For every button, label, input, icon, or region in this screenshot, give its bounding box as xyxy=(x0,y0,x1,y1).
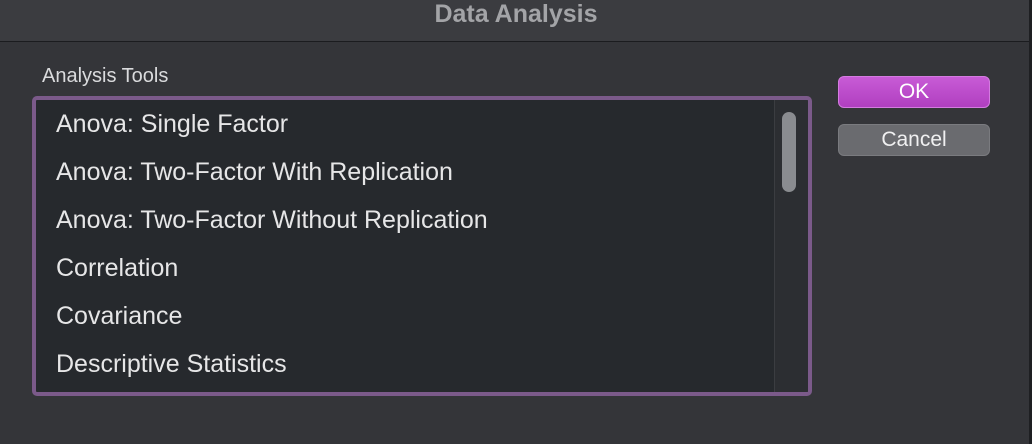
scrollbar-thumb[interactable] xyxy=(782,112,796,192)
ok-button[interactable]: OK xyxy=(838,76,990,108)
list-item-descriptive-statistics[interactable]: Descriptive Statistics xyxy=(36,340,774,388)
cancel-button[interactable]: Cancel xyxy=(838,124,990,156)
data-analysis-dialog: Data Analysis Analysis Tools Anova: Sing… xyxy=(0,0,1032,444)
analysis-tools-items: Anova: Single Factor Anova: Two-Factor W… xyxy=(36,100,774,392)
list-item-anova-two-factor-without-replication[interactable]: Anova: Two-Factor Without Replication xyxy=(36,196,774,244)
analysis-tools-list[interactable]: Anova: Single Factor Anova: Two-Factor W… xyxy=(32,96,812,396)
list-item-anova-two-factor-with-replication[interactable]: Anova: Two-Factor With Replication xyxy=(36,148,774,196)
list-item-anova-single-factor[interactable]: Anova: Single Factor xyxy=(36,100,774,148)
list-item-covariance[interactable]: Covariance xyxy=(36,292,774,340)
analysis-tools-label: Analysis Tools xyxy=(42,65,169,87)
dialog-title: Data Analysis xyxy=(434,0,598,28)
list-scrollbar[interactable] xyxy=(774,100,808,392)
list-item-correlation[interactable]: Correlation xyxy=(36,244,774,292)
title-bar: Data Analysis xyxy=(0,0,1032,42)
